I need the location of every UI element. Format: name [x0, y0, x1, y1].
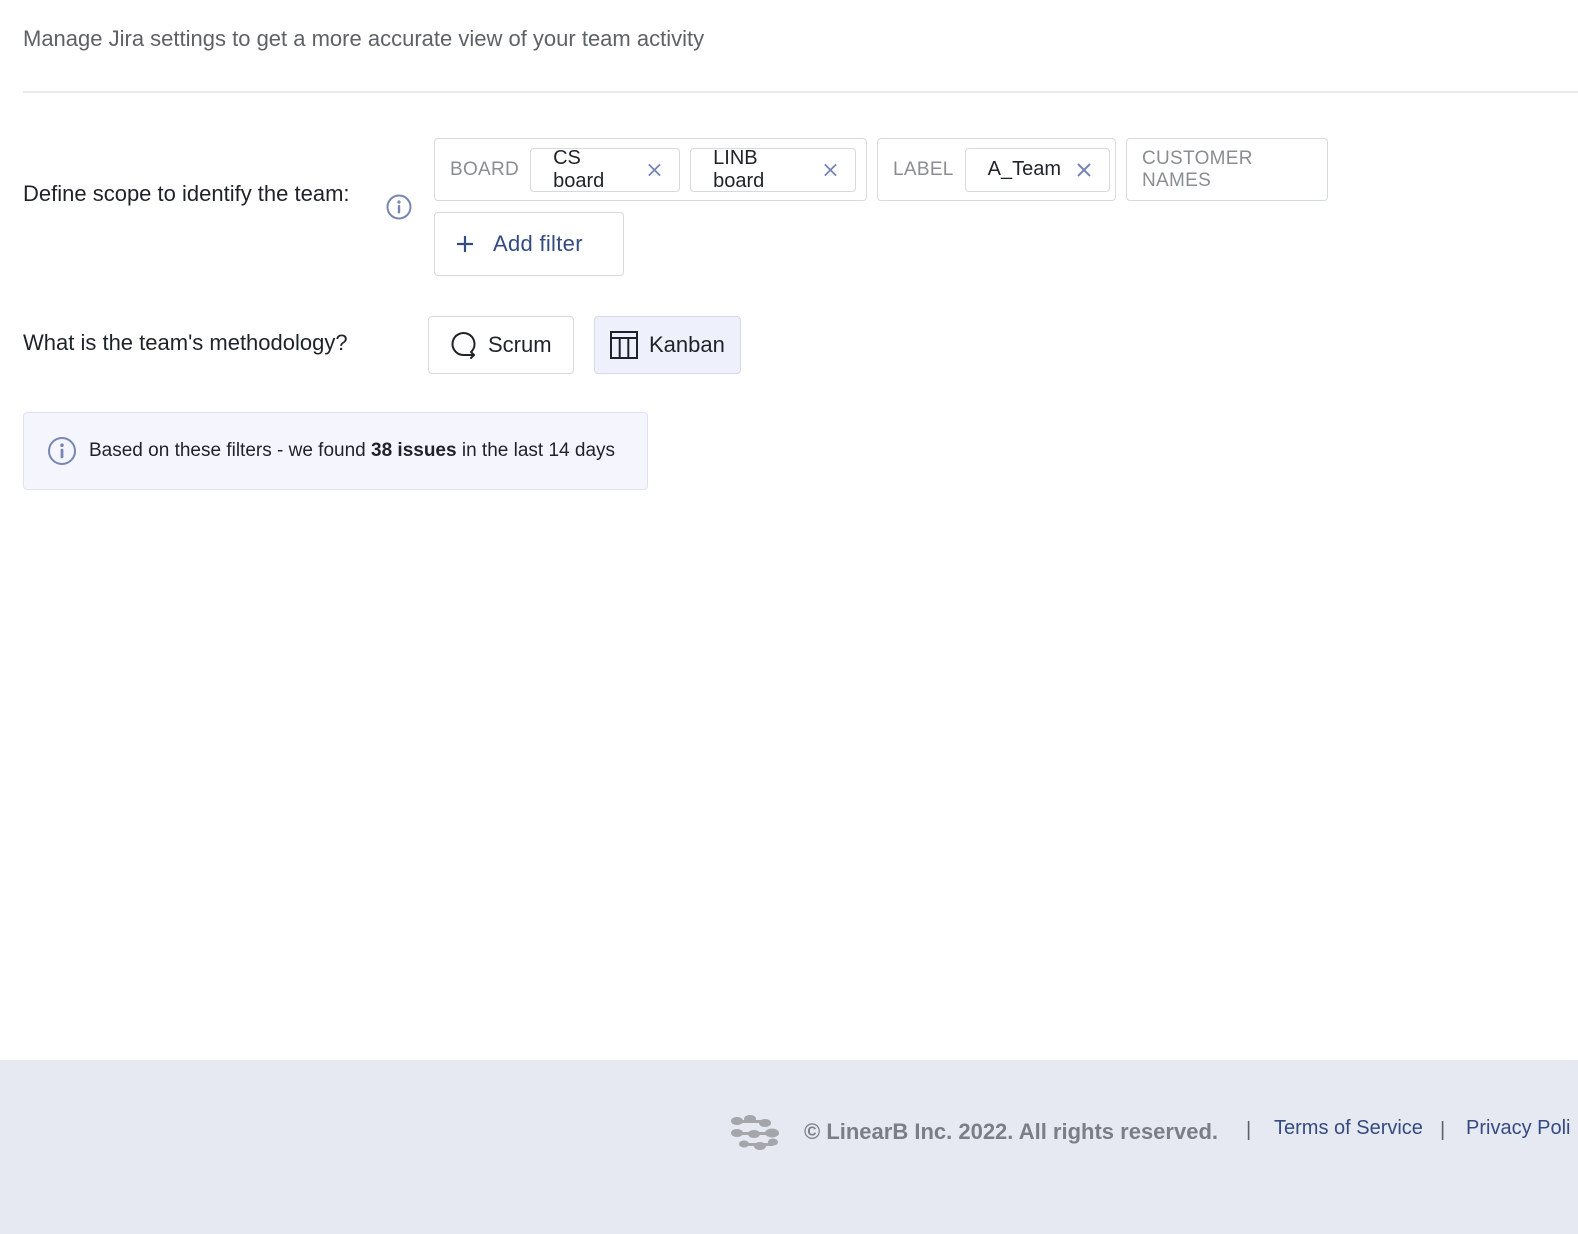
header-divider — [23, 91, 1578, 93]
issues-found-notice: Based on these filters - we found 38 iss… — [23, 412, 648, 490]
filter-group-label[interactable]: LABEL A_Team — [877, 138, 1116, 201]
filter-type-label: BOARD — [450, 158, 520, 180]
notice-text: Based on these filters - we found 38 iss… — [89, 440, 615, 462]
footer — [0, 1060, 1578, 1234]
filter-type-label: LABEL — [893, 158, 954, 180]
close-icon[interactable] — [646, 161, 663, 179]
methodology-label: What is the team's methodology? — [23, 330, 348, 355]
info-icon — [48, 437, 76, 465]
filter-chip: CS board — [530, 146, 681, 192]
linearb-logo-icon — [731, 1115, 779, 1150]
notice-suffix: in the last 14 days — [461, 440, 616, 461]
add-filter-button[interactable]: Add filter — [434, 212, 624, 276]
notice-prefix: Based on these filters - we found — [89, 440, 366, 461]
footer-separator: | — [1246, 1119, 1252, 1141]
filter-group-board[interactable]: BOARD CS board LINB board — [434, 138, 867, 201]
filter-chip-label: A_Team — [987, 158, 1062, 180]
close-icon[interactable] — [1075, 161, 1093, 179]
filter-group-customer-names[interactable]: CUSTOMER NAMES — [1126, 138, 1328, 201]
footer-separator: | — [1440, 1119, 1446, 1141]
copyright-text: © LinearB Inc. 2022. All rights reserved… — [804, 1119, 1219, 1144]
terms-of-service-link[interactable]: Terms of Service — [1274, 1117, 1423, 1140]
close-icon[interactable] — [822, 161, 839, 179]
kanban-board-icon — [610, 331, 638, 359]
kanban-option-button[interactable]: Kanban — [594, 316, 741, 374]
page-subtitle: Manage Jira settings to get a more accur… — [23, 26, 705, 51]
filter-chip-label: CS board — [553, 146, 605, 192]
filter-type-label: CUSTOMER NAMES — [1142, 147, 1253, 191]
scope-label: Define scope to identify the team: — [23, 181, 350, 206]
kanban-option-label: Kanban — [649, 332, 725, 357]
filter-chip-label: LINB board — [713, 146, 765, 192]
privacy-policy-link[interactable]: Privacy Poli — [1466, 1117, 1570, 1140]
scrum-loop-icon — [451, 332, 476, 359]
filter-chip: A_Team — [964, 147, 1111, 192]
add-filter-label: Add filter — [493, 231, 583, 256]
info-icon[interactable] — [386, 194, 412, 220]
scrum-option-button[interactable]: Scrum — [428, 316, 574, 374]
scrum-option-label: Scrum — [488, 332, 552, 357]
plus-icon — [457, 236, 473, 252]
filter-chip: LINB board — [690, 146, 856, 192]
issues-count: 38 issues — [371, 440, 457, 461]
